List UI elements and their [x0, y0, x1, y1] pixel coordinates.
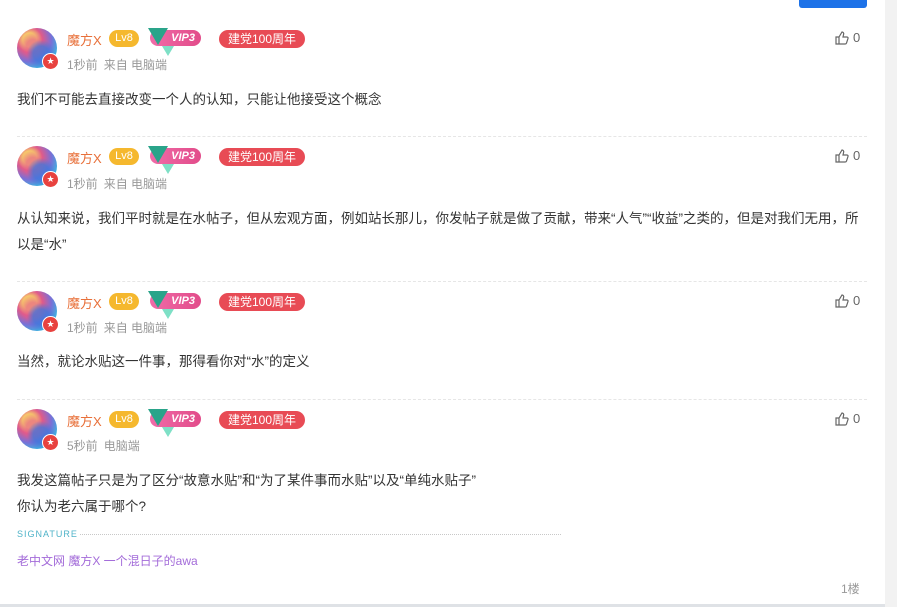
like-count: 0: [853, 148, 861, 163]
comment-meta: 1秒前 来自 电脑端: [67, 319, 173, 336]
avatar[interactable]: ★: [17, 146, 59, 188]
source-label: 来自 电脑端: [103, 58, 168, 72]
medal-badge: 建党100周年: [219, 293, 305, 311]
comment-text: 从认知来说，我们平时就是在水帖子，但从宏观方面，例如站长那儿，你发帖子就是做了贡…: [17, 211, 859, 252]
top-action-button[interactable]: [799, 0, 867, 8]
timestamp: 1秒前: [67, 321, 98, 335]
username[interactable]: 魔方X: [67, 148, 102, 167]
comment-text: 当然，就论水贴这一件事，那得看你对“水”的定义: [17, 354, 310, 369]
diamond-icon: [148, 291, 174, 319]
like-count: 0: [853, 293, 861, 308]
source-label: 来自 电脑端: [103, 177, 168, 191]
divider: [17, 281, 867, 282]
timestamp: 1秒前: [67, 58, 98, 72]
username[interactable]: 魔方X: [67, 30, 102, 49]
signature-divider: [80, 534, 561, 535]
comment-text-line-2: 你认为老六属于哪个?: [17, 499, 147, 514]
level-badge: Lv8: [109, 411, 139, 428]
level-badge: Lv8: [109, 293, 139, 310]
like-button[interactable]: 0: [835, 411, 860, 426]
comment-text-line-1: 我发这篇帖子只是为了区分“故意水贴”和“为了某件事而水贴”以及“单纯水贴子”: [17, 473, 476, 488]
star-badge-icon: ★: [42, 434, 59, 451]
comment-panel: ★ 魔方X Lv8 VIP3 建党100周年 1秒前 来自 电脑端 0 我们不可能…: [0, 0, 885, 604]
comment-meta: 1秒前 来自 电脑端: [67, 56, 173, 73]
diamond-icon: [148, 146, 174, 174]
vip-badge: VIP3: [148, 28, 201, 56]
scrollbar[interactable]: [885, 0, 897, 607]
avatar[interactable]: ★: [17, 409, 59, 451]
timestamp: 1秒前: [67, 177, 98, 191]
thumbs-up-icon: [835, 411, 849, 426]
source-label: 电脑端: [103, 439, 140, 453]
divider: [17, 399, 867, 400]
diamond-icon: [148, 28, 174, 56]
timestamp: 5秒前: [67, 439, 98, 453]
thumbs-up-icon: [835, 293, 849, 308]
comment-meta: 1秒前 来自 电脑端: [67, 175, 173, 192]
floor-number: 1楼: [841, 582, 860, 596]
star-badge-icon: ★: [42, 53, 59, 70]
comment-meta: 5秒前 电脑端: [67, 437, 146, 454]
level-badge: Lv8: [109, 30, 139, 47]
comment-text: 我们不可能去直接改变一个人的认知，只能让他接受这个概念: [17, 92, 382, 107]
thumbs-up-icon: [835, 148, 849, 163]
medal-badge: 建党100周年: [219, 30, 305, 48]
source-label: 来自 电脑端: [103, 321, 168, 335]
vip-badge: VIP3: [148, 409, 201, 437]
like-count: 0: [853, 30, 861, 45]
medal-badge: 建党100周年: [219, 148, 305, 166]
star-badge-icon: ★: [42, 316, 59, 333]
vip-badge: VIP3: [148, 291, 201, 319]
like-count: 0: [853, 411, 861, 426]
like-button[interactable]: 0: [835, 148, 860, 163]
star-badge-icon: ★: [42, 171, 59, 188]
signature-text[interactable]: 老中文网 魔方X 一个混日子的awa: [17, 552, 198, 569]
thumbs-up-icon: [835, 30, 849, 45]
diamond-icon: [148, 409, 174, 437]
signature-label: SIGNATURE: [17, 529, 78, 539]
avatar[interactable]: ★: [17, 291, 59, 333]
username[interactable]: 魔方X: [67, 411, 102, 430]
avatar[interactable]: ★: [17, 28, 59, 70]
vip-badge: VIP3: [148, 146, 201, 174]
divider: [17, 136, 867, 137]
medal-badge: 建党100周年: [219, 411, 305, 429]
level-badge: Lv8: [109, 148, 139, 165]
like-button[interactable]: 0: [835, 293, 860, 308]
username[interactable]: 魔方X: [67, 293, 102, 312]
like-button[interactable]: 0: [835, 30, 860, 45]
